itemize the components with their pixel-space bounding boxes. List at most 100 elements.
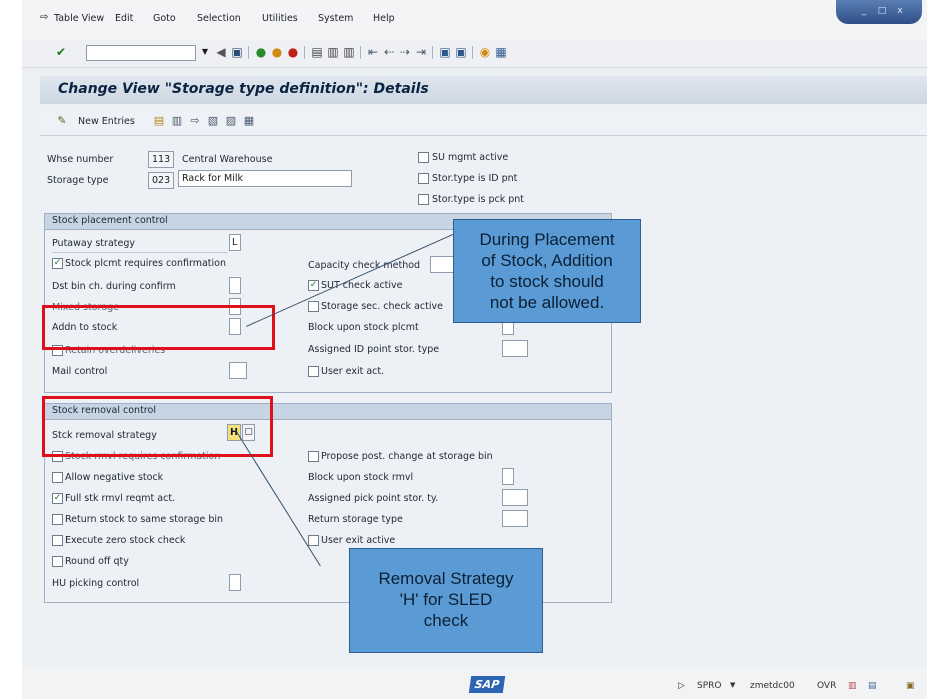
assigned-id-point-field[interactable] xyxy=(502,340,528,357)
toolbar-separator xyxy=(472,46,473,59)
status-lock-icon: ▣ xyxy=(906,681,915,691)
other-view-icon[interactable]: ✎ xyxy=(55,114,69,128)
block-upon-rmvl-label: Block upon stock rmvl xyxy=(308,472,414,483)
assigned-pick-point-label: Assigned pick point stor. ty. xyxy=(308,493,439,504)
status-indicator-icon: ▥ xyxy=(848,681,857,691)
mail-control-field[interactable] xyxy=(229,362,247,379)
zero-stock-check-label: Execute zero stock check xyxy=(65,535,186,546)
user-exit-placement-checkbox[interactable] xyxy=(308,366,319,377)
dst-bin-change-label: Dst bin ch. during confirm xyxy=(52,281,176,292)
shortcut-icon[interactable]: ▣ xyxy=(454,45,468,59)
previous-page-icon[interactable]: ⇠ xyxy=(382,45,396,59)
stock-placement-title: Stock placement control xyxy=(52,215,168,226)
minimize-icon[interactable]: _ xyxy=(858,6,870,16)
menu-selection[interactable]: Selection xyxy=(197,13,241,24)
status-mode[interactable]: OVR xyxy=(817,681,836,691)
toolbar-separator xyxy=(432,46,433,59)
sut-check-checkbox[interactable]: ✓ xyxy=(308,280,319,291)
whse-number-label: Whse number xyxy=(47,154,114,165)
storage-sec-check-checkbox[interactable] xyxy=(308,301,319,312)
allow-negative-label: Allow negative stock xyxy=(65,472,164,483)
back-arrow-icon[interactable]: ◀ xyxy=(214,45,228,59)
stor-type-id-pnt-checkbox[interactable] xyxy=(418,173,429,184)
putaway-strategy-label: Putaway strategy xyxy=(52,238,135,249)
transport-icon[interactable]: ▦ xyxy=(242,114,256,128)
removal-callout: Removal Strategy 'H' for SLED check xyxy=(349,548,543,653)
save-icon[interactable]: ▣ xyxy=(230,45,244,59)
su-mgmt-active-checkbox[interactable] xyxy=(418,152,429,163)
page-title: Change View "Storage type definition": D… xyxy=(58,81,429,97)
enter-check-icon[interactable]: ✔ xyxy=(54,45,68,59)
previous-entry-icon[interactable]: ▧ xyxy=(206,114,220,128)
return-storage-type-label: Return storage type xyxy=(308,514,403,525)
zero-stock-check-checkbox[interactable] xyxy=(52,535,63,546)
allow-negative-checkbox[interactable] xyxy=(52,472,63,483)
menu-help[interactable]: Help xyxy=(373,13,395,24)
copy-icon[interactable]: ▤ xyxy=(152,114,166,128)
menu-goto[interactable]: Goto xyxy=(153,13,176,24)
toolbar-separator xyxy=(248,46,249,59)
round-off-qty-checkbox[interactable] xyxy=(52,556,63,567)
assigned-id-point-label: Assigned ID point stor. type xyxy=(308,344,440,355)
sut-check-label: SUT check active xyxy=(321,280,403,291)
user-exit-removal-checkbox[interactable] xyxy=(308,535,319,546)
menu-utilities[interactable]: Utilities xyxy=(262,13,298,24)
return-stock-checkbox[interactable] xyxy=(52,514,63,525)
status-indicator-icon: ▤ xyxy=(868,681,877,691)
print-icon[interactable]: ▤ xyxy=(310,45,324,59)
toolbar-separator xyxy=(360,46,361,59)
removal-callout-line: 'H' for SLED xyxy=(399,590,493,609)
new-entries-button[interactable]: New Entries xyxy=(78,116,135,127)
status-expand-icon[interactable]: ▷ xyxy=(678,681,685,691)
dst-bin-change-field[interactable] xyxy=(229,277,241,294)
first-page-icon[interactable]: ⇤ xyxy=(366,45,380,59)
cancel-icon[interactable]: ● xyxy=(286,45,300,59)
removal-callout-line: check xyxy=(423,611,469,630)
command-dropdown-icon[interactable]: ▼ xyxy=(198,45,212,59)
block-upon-rmvl-field[interactable] xyxy=(502,468,514,485)
find-next-icon[interactable]: ▥ xyxy=(342,45,356,59)
customize-layout-icon[interactable]: ▦ xyxy=(494,45,508,59)
maximize-icon[interactable]: □ xyxy=(876,6,888,16)
return-stock-label: Return stock to same storage bin xyxy=(65,514,224,525)
delete-icon[interactable]: ▥ xyxy=(170,114,184,128)
propose-post-change-checkbox[interactable] xyxy=(308,451,319,462)
removal-callout-line: Removal Strategy xyxy=(378,569,514,588)
create-session-icon[interactable]: ▣ xyxy=(438,45,452,59)
storage-type-description-field[interactable]: Rack for Milk xyxy=(178,170,352,187)
menu-icon[interactable]: ⇨ xyxy=(40,12,48,23)
return-storage-type-field[interactable] xyxy=(502,510,528,527)
close-icon[interactable]: x xyxy=(894,6,906,16)
putaway-strategy-field[interactable]: L xyxy=(229,234,241,251)
whse-number-field: 113 xyxy=(148,151,174,168)
next-entry-icon[interactable]: ▨ xyxy=(224,114,238,128)
status-transaction[interactable]: SPRO xyxy=(697,681,721,691)
menu-edit[interactable]: Edit xyxy=(115,13,133,24)
assigned-pick-point-field[interactable] xyxy=(502,489,528,506)
status-dropdown-icon[interactable]: ▼ xyxy=(730,681,735,689)
exit-icon[interactable]: ● xyxy=(270,45,284,59)
placement-callout-line: of Stock, Addition xyxy=(481,251,613,270)
menu-table-view[interactable]: Table View xyxy=(54,13,104,24)
next-page-icon[interactable]: ⇢ xyxy=(398,45,412,59)
command-field[interactable] xyxy=(86,45,196,61)
undo-icon[interactable]: ⇨ xyxy=(188,114,202,128)
stock-plcmt-confirm-checkbox[interactable]: ✓ xyxy=(52,258,63,269)
addn-to-stock-highlight xyxy=(42,305,275,350)
hu-picking-label: HU picking control xyxy=(52,578,140,589)
last-page-icon[interactable]: ⇥ xyxy=(414,45,428,59)
full-stk-rmvl-checkbox[interactable]: ✓ xyxy=(52,493,63,504)
window-controls: _ □ x xyxy=(836,0,922,24)
find-icon[interactable]: ▥ xyxy=(326,45,340,59)
hu-picking-field[interactable] xyxy=(229,574,241,591)
placement-callout-line: During Placement xyxy=(479,230,615,249)
menu-system[interactable]: System xyxy=(318,13,353,24)
help-icon[interactable]: ◉ xyxy=(478,45,492,59)
stor-type-pck-pnt-checkbox[interactable] xyxy=(418,194,429,205)
storage-sec-check-label: Storage sec. check active xyxy=(321,301,443,312)
back-green-icon[interactable]: ● xyxy=(254,45,268,59)
user-exit-removal-label: User exit active xyxy=(321,535,396,546)
stock-plcmt-confirm-label: Stock plcmt requires confirmation xyxy=(65,258,226,269)
stor-type-id-pnt-label: Stor.type is ID pnt xyxy=(432,173,518,184)
full-stk-rmvl-label: Full stk rmvl reqmt act. xyxy=(65,493,176,504)
